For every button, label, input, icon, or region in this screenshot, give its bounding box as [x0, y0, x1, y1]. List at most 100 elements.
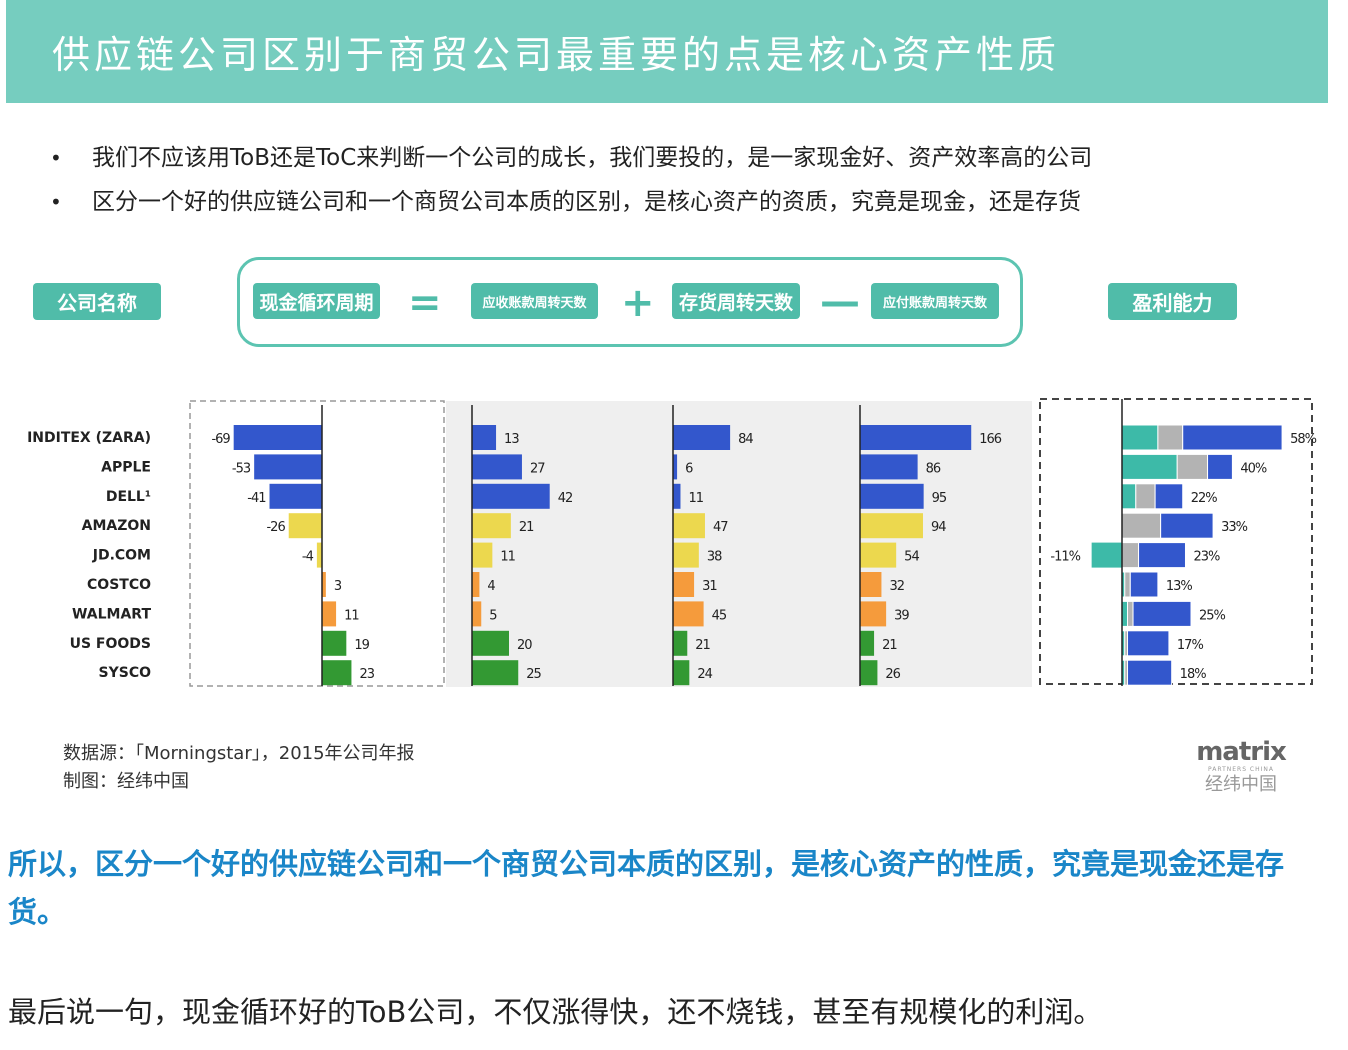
- data-label: 6: [685, 461, 693, 476]
- ccc-bar: [254, 454, 322, 480]
- ap-days-label: 应付账款周转天数: [871, 283, 999, 319]
- data-label: 25: [526, 667, 541, 682]
- equals-sign: =: [408, 280, 442, 326]
- data-label: 13: [504, 432, 519, 447]
- ccc-bar: [288, 513, 322, 539]
- profit-segment: [1091, 542, 1122, 568]
- ar-days-bar: [472, 601, 482, 627]
- data-label: 11: [500, 550, 515, 565]
- profit-segment: [1121, 542, 1140, 569]
- profit-segment: [1138, 542, 1186, 569]
- data-label: -4: [302, 550, 314, 565]
- logo-subtitle: PARTNERS CHINA: [1208, 766, 1274, 773]
- profit-segment: [1182, 424, 1283, 451]
- profit-label: 18%: [1180, 667, 1207, 682]
- data-label: 95: [932, 491, 947, 506]
- ar-days-bar: [472, 425, 497, 450]
- profit-segment: [1121, 483, 1137, 510]
- ap-days-bar: [860, 483, 924, 509]
- inventory-days-bar: [673, 483, 681, 509]
- data-label: 3: [334, 579, 342, 594]
- bullet-list: 我们不应该用ToB还是ToC来判断一个公司的成长，我们要投的，是一家现金好、资产…: [44, 136, 1294, 224]
- profit-segment: [1127, 600, 1134, 627]
- ap-days-bar: [860, 542, 897, 568]
- ar-days-bar: [472, 572, 480, 597]
- plus-sign: +: [621, 280, 655, 326]
- profit-segment: [1132, 600, 1192, 627]
- ccc-label: 现金循环周期: [253, 283, 380, 319]
- category-label: JD.COM: [92, 548, 151, 564]
- logo-wordmark: matrix: [1196, 737, 1287, 767]
- data-label: 45: [712, 608, 727, 623]
- data-label: 4: [487, 579, 495, 594]
- data-label: 11: [344, 608, 359, 623]
- closing-paragraph: 最后说一句，现金循环好的ToB公司，不仅涨得快，还不烧钱，甚至有规模化的利润。: [8, 995, 1103, 1029]
- data-label: 11: [688, 491, 703, 506]
- page-title: 供应链公司区别于商贸公司最重要的点是核心资产性质: [52, 33, 1061, 77]
- data-label: 26: [885, 667, 900, 682]
- profit-label: 22%: [1191, 491, 1218, 506]
- profit-segment: [1207, 453, 1233, 480]
- inventory-days-bar: [673, 660, 690, 686]
- minus-sign: —: [820, 279, 860, 325]
- data-label: 47: [713, 520, 728, 535]
- ccc-bar: [322, 601, 337, 627]
- data-label: 21: [695, 638, 710, 653]
- data-label: 84: [738, 432, 753, 447]
- ccc-bar: [322, 630, 347, 656]
- profit-label: 40%: [1240, 461, 1267, 476]
- profit-segment: [1127, 630, 1170, 657]
- ap-days-bar: [860, 630, 875, 656]
- profit-label: 13%: [1166, 579, 1193, 594]
- data-label: 32: [889, 579, 904, 594]
- matrix-logo: matrix PARTNERS CHINA 经纬中国: [1196, 737, 1287, 796]
- profit-label: 17%: [1177, 638, 1204, 653]
- inventory-days-label: 存货周转天数: [672, 283, 800, 319]
- ap-days-bar: [860, 572, 882, 597]
- data-label: 31: [702, 579, 717, 594]
- inventory-days-bar: [673, 630, 688, 656]
- ccc-bar: [269, 483, 322, 509]
- data-label: 27: [530, 461, 545, 476]
- data-label: 5: [489, 608, 497, 623]
- bullet-item: 区分一个好的供应链公司和一个商贸公司本质的区别，是核心资产的资质，究竟是现金，还…: [44, 180, 1294, 224]
- profit-segment: [1121, 424, 1159, 451]
- profit-segment: [1157, 424, 1184, 451]
- bullet-item: 我们不应该用ToB还是ToC来判断一个公司的成长，我们要投的，是一家现金好、资产…: [44, 136, 1294, 180]
- ap-days-bar: [860, 601, 887, 627]
- ar-days-bar: [472, 483, 550, 509]
- ar-days-bar: [472, 630, 509, 656]
- profit-segment: [1121, 512, 1162, 539]
- data-label: 21: [882, 638, 897, 653]
- data-label: 54: [904, 550, 919, 565]
- profit-label: 25%: [1199, 608, 1226, 623]
- data-label: 39: [894, 608, 909, 623]
- data-label: 21: [519, 520, 534, 535]
- category-label: WALMART: [72, 606, 151, 622]
- ar-days-label: 应收账款周转天数: [471, 283, 598, 319]
- data-label: 24: [697, 667, 712, 682]
- inventory-days-bar: [673, 513, 705, 539]
- ccc-bar: [316, 542, 322, 568]
- profit-label: 58%: [1290, 432, 1317, 447]
- ccc-bar: [322, 660, 352, 686]
- ar-days-bar: [472, 542, 493, 568]
- data-label: 42: [558, 491, 573, 506]
- data-label: -53: [232, 461, 251, 476]
- category-label: AMAZON: [82, 518, 151, 534]
- category-label: APPLE: [101, 459, 151, 475]
- ap-days-bar: [860, 425, 972, 450]
- profit-segment: [1124, 571, 1131, 598]
- profit-segment: [1135, 483, 1156, 510]
- ccc-bar: [233, 425, 322, 450]
- inventory-days-bar: [673, 542, 699, 568]
- inventory-days-bar: [673, 572, 695, 597]
- ar-days-bar: [472, 660, 519, 686]
- ap-days-bar: [860, 660, 878, 686]
- company-name-label: 公司名称: [33, 283, 161, 320]
- data-label: 86: [926, 461, 941, 476]
- profit-segment: [1129, 571, 1159, 598]
- ar-days-bar: [472, 454, 522, 480]
- profit-segment: [1176, 453, 1209, 480]
- profit-segment: [1127, 659, 1173, 686]
